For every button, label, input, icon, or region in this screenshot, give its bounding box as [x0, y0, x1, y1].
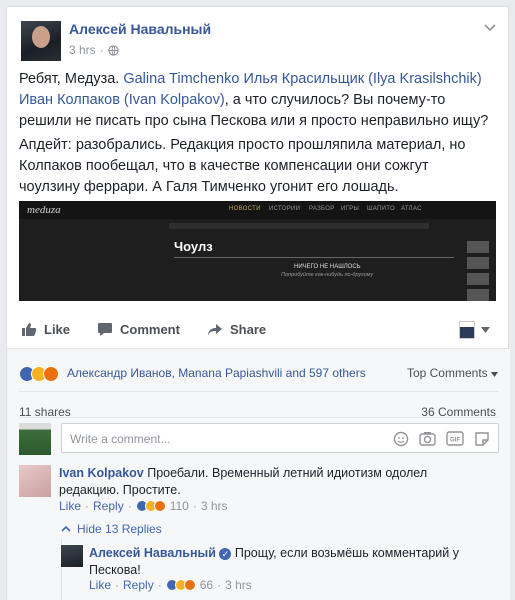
comment-meta: Like · Reply · 110 · 3 hrs — [59, 499, 228, 513]
reply-reaction-count[interactable]: 66 — [200, 578, 213, 592]
reply-meta: Like · Reply · 66 · 3 hrs — [89, 578, 252, 592]
reply-author[interactable]: Алексей Навальный — [89, 546, 216, 560]
reply-like-link[interactable]: Like — [89, 578, 111, 592]
comment-label: Comment — [120, 322, 180, 337]
mention-ivan[interactable]: Иван Колпаков (Ivan Kolpakov) — [19, 92, 225, 108]
share-button[interactable]: Share — [207, 322, 266, 337]
post-text-paragraph-2: Апдейт: разобрались. Редакция просто про… — [19, 135, 499, 198]
top-comments-label: Top Comments — [406, 366, 488, 380]
meta-separator: · — [157, 578, 162, 592]
embed-search-query: Чоулз — [174, 239, 213, 254]
embed-nav-games: ИГРЫ — [341, 206, 360, 212]
thumbs-up-icon — [22, 323, 37, 336]
page-avatar — [459, 321, 475, 339]
comment-time[interactable]: 3 hrs — [201, 499, 228, 513]
post-author[interactable]: Алексей Навальный — [69, 21, 211, 37]
post-update-line3: чоулзину феррари. А Галя Тимченко угонит… — [19, 179, 399, 195]
divider — [19, 417, 498, 418]
meta-separator: · — [115, 578, 120, 592]
globe-icon — [108, 44, 119, 56]
meta-separator: · — [85, 499, 90, 513]
angry-reaction-icon — [183, 579, 196, 591]
comment-avatar-kolpakov[interactable] — [19, 465, 51, 497]
embed-nav-news: НОВОСТИ — [229, 206, 261, 212]
comment-body: Ivan Kolpakov Проебали. Временный летний… — [59, 465, 499, 499]
reaction-names[interactable]: Александр Иванов, Manana Papiashvili and… — [67, 366, 366, 380]
reply-text-line1: Прощу, если возьмёшь комментарий у — [234, 546, 459, 560]
post-text-paragraph-1: Ребят, Медуза. Galina Timchenko Илья Кра… — [19, 69, 499, 132]
post-card: Алексей Навальный 3 hrs · Ребят, Медуза.… — [6, 6, 510, 600]
embed-nav-shapito: ШАПИТО — [367, 206, 395, 212]
composer-icons: GIF — [393, 431, 490, 447]
comment-icon — [98, 323, 112, 336]
mention-galina[interactable]: Galina Timchenko — [123, 71, 239, 87]
reply-avatar-navalny[interactable] — [61, 545, 83, 567]
hide-replies-label: Hide 13 Replies — [77, 522, 162, 536]
post-update-line2: Колпаков пообещал, что в качестве компен… — [19, 158, 429, 174]
embed-nav-atlas: АТЛАС — [401, 206, 422, 212]
angry-reaction-icon — [153, 500, 166, 512]
post-meta: 3 hrs · — [69, 43, 119, 57]
embed-side-thumb — [467, 289, 489, 301]
meta-separator: · — [99, 43, 104, 57]
emoji-icon[interactable] — [393, 431, 409, 447]
camera-icon[interactable] — [419, 431, 436, 446]
post-actions: Like Comment Share — [7, 318, 510, 342]
reply-body: Алексей Навальный ✓ Прощу, если возьмёшь… — [89, 545, 499, 579]
chevron-up-icon — [61, 526, 71, 532]
share-label: Share — [230, 322, 267, 337]
post-text-line3: решили не писать про сына Пескова или я … — [19, 113, 489, 129]
chevron-down-icon — [491, 372, 498, 377]
embedded-screenshot[interactable]: meduza НОВОСТИ ИСТОРИИ РАЗБОР ИГРЫ ШАПИТ… — [19, 201, 496, 301]
divider — [19, 391, 498, 392]
embed-search-underline — [174, 257, 454, 258]
meta-separator: · — [127, 499, 132, 513]
verified-badge-icon: ✓ — [219, 547, 232, 560]
hide-replies-link[interactable]: Hide 13 Replies — [61, 522, 162, 536]
mention-ilya[interactable]: Илья Красильщик (Ilya Krasilshchik) — [243, 71, 481, 87]
like-button[interactable]: Like — [21, 322, 70, 337]
post-update-line1: Апдейт: разобрались. Редакция просто про… — [19, 137, 466, 153]
top-comments-dropdown[interactable]: Top Comments — [407, 366, 498, 380]
comment-text-line2: редакцию. Простите. — [59, 483, 181, 497]
post-text-line2-tail: , а что случилось? Вы почему-то — [224, 92, 446, 108]
svg-text:GIF: GIF — [450, 438, 460, 444]
post-as-selector[interactable] — [459, 321, 490, 339]
embed-nav-stories: ИСТОРИИ — [269, 206, 301, 212]
my-avatar — [19, 423, 51, 455]
comment-reply-link[interactable]: Reply — [93, 499, 124, 513]
post-time[interactable]: 3 hrs — [69, 43, 96, 57]
chevron-down-icon — [481, 327, 490, 333]
embed-side-thumb — [467, 257, 489, 269]
reply-reactions[interactable] — [165, 579, 196, 591]
meta-separator: · — [217, 578, 222, 592]
embed-side-thumb — [467, 273, 489, 285]
comment-reaction-count[interactable]: 110 — [170, 499, 189, 513]
post-text-lead: Ребят, Медуза. — [19, 71, 124, 87]
reply-reply-link[interactable]: Reply — [123, 578, 154, 592]
embed-nav-bar: meduza НОВОСТИ ИСТОРИИ РАЗБОР ИГРЫ ШАПИТ… — [19, 201, 496, 219]
reply-time[interactable]: 3 hrs — [225, 578, 252, 592]
embed-side-thumb — [467, 241, 489, 253]
comment-reactions[interactable] — [135, 500, 166, 512]
embed-search-hint — [169, 223, 429, 229]
reply-text-line2: Пескова! — [89, 563, 141, 577]
meduza-logo: meduza — [27, 204, 61, 216]
comment-text-line1: Проебали. Временный летний идиотизм одол… — [147, 466, 428, 480]
author-avatar[interactable] — [21, 21, 61, 61]
reactions-row: Александр Иванов, Manana Papiashvili and… — [7, 356, 510, 392]
embed-not-found-title: НИЧЕГО НЕ НАШЛОСЬ — [294, 264, 361, 270]
meta-separator: · — [192, 499, 197, 513]
comment-author[interactable]: Ivan Kolpakov — [59, 466, 144, 480]
sticker-icon[interactable] — [474, 431, 490, 447]
gif-icon[interactable]: GIF — [446, 431, 464, 446]
embed-nav-analysis: РАЗБОР — [309, 206, 335, 212]
comment-button[interactable]: Comment — [97, 322, 180, 337]
angry-reaction-icon — [43, 366, 59, 382]
like-label: Like — [44, 322, 71, 337]
post-options-chevron-icon[interactable] — [484, 21, 496, 35]
embed-not-found-subtitle: Попробуйте как-нибудь по-другому — [281, 272, 374, 278]
share-arrow-icon — [208, 323, 222, 336]
comment-like-link[interactable]: Like — [59, 499, 81, 513]
